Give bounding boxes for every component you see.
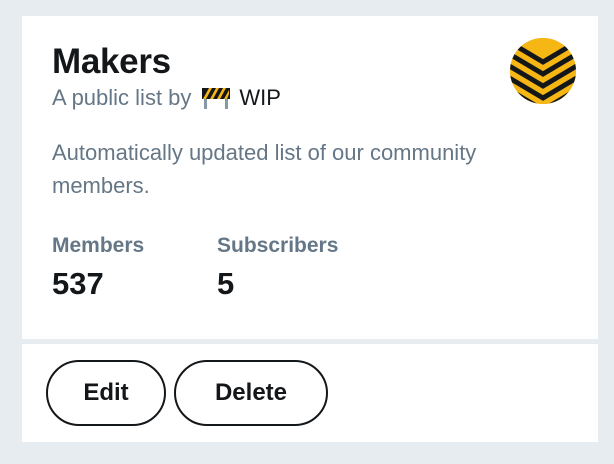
- owner-name[interactable]: WIP: [239, 84, 281, 112]
- delete-button[interactable]: Delete: [174, 360, 328, 426]
- list-card: Makers A public list by WIP Automaticall…: [22, 16, 598, 442]
- members-label: Members: [52, 234, 145, 257]
- subscribers-label: Subscribers: [217, 234, 339, 257]
- members-stat[interactable]: Members 537: [52, 232, 144, 302]
- list-title: Makers: [52, 42, 171, 81]
- byline-prefix: A public list by: [52, 85, 192, 110]
- list-byline: A public list by WIP: [52, 84, 281, 112]
- edit-button[interactable]: Edit: [46, 360, 166, 426]
- list-description: Automatically updated list of our commun…: [52, 140, 477, 198]
- subscribers-stat[interactable]: Subscribers 5: [217, 232, 338, 302]
- subscribers-count: 5: [217, 266, 235, 301]
- members-count: 537: [52, 266, 104, 301]
- chevron-stripes-avatar-icon: [510, 38, 576, 104]
- construction-barrier-icon: [199, 86, 233, 110]
- list-header: Makers A public list by WIP Automaticall…: [22, 16, 598, 339]
- section-divider: [22, 339, 598, 344]
